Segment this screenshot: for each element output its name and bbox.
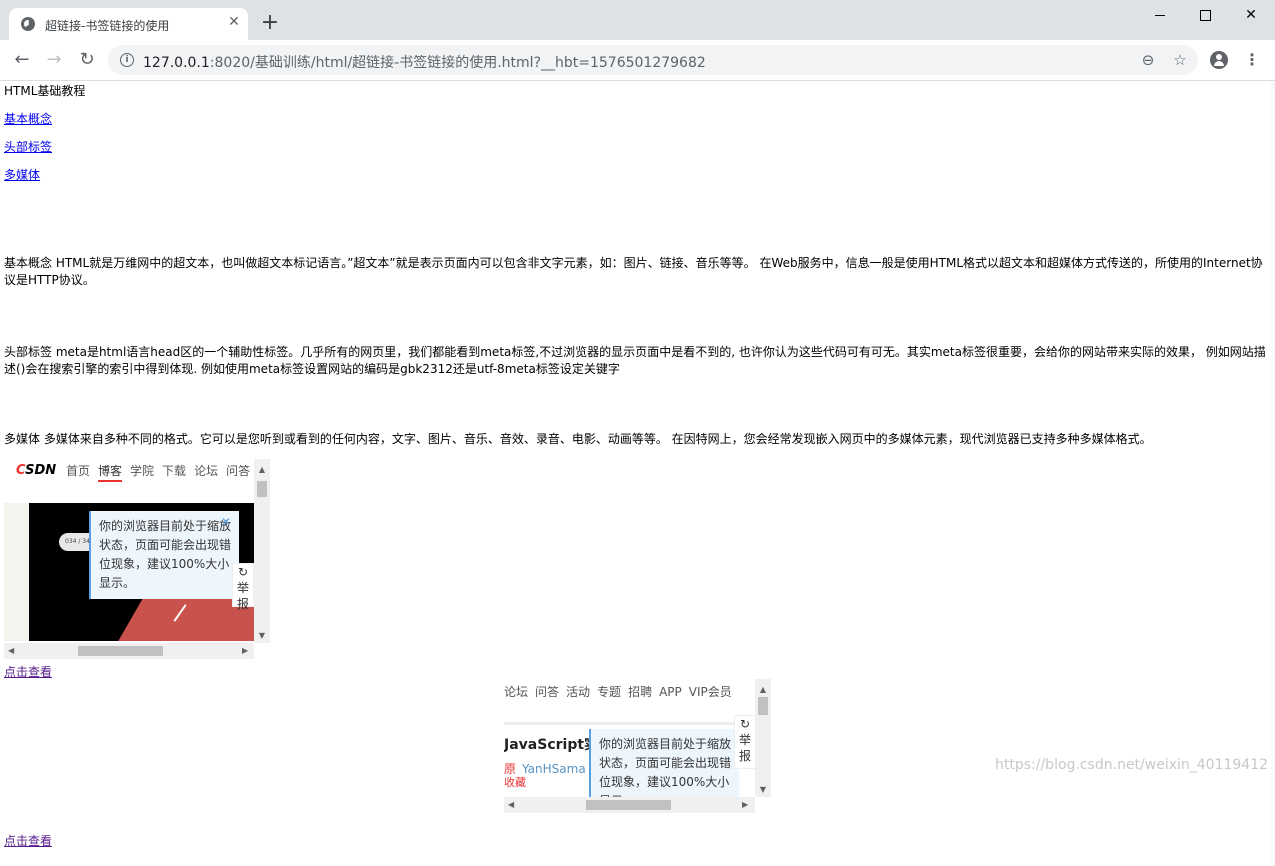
frame2-nav-item[interactable]: VIP会员 [689,684,732,701]
forward-button[interactable]: → [42,48,66,72]
maximize-button[interactable] [1182,0,1228,30]
embedded-frame-1[interactable]: CSDN 首页 博客 学院 下载 论坛 问答 034 / 340 你的浏览器目前处于缩放状… [4,459,272,659]
browser-titlebar: 超链接-书签链接的使用 ✕ + ✕ [0,0,1275,40]
scroll-up-icon[interactable]: ▲ [755,681,771,698]
scroll-right-icon[interactable]: ▶ [742,797,748,813]
profile-icon[interactable] [1210,51,1228,69]
reload-button[interactable]: ↻ [75,48,99,72]
section-basics: 基本概念 HTML就是万维网中的超文本，也叫做超文本标记语言。”超文本”就是表示… [4,256,1263,287]
globe-icon [21,17,35,31]
frame2-nav-item[interactable]: 招聘 [628,684,652,701]
report-label-2: 举报 [738,733,751,763]
minimize-icon [1155,14,1165,16]
scroll-left-icon[interactable]: ◀ [8,643,14,659]
view-link-1[interactable]: 点击查看 [4,664,52,681]
frame1-nav-item[interactable]: 学院 [130,463,154,480]
report-button-2[interactable]: ↻ 举报 [734,715,756,769]
frame1-nav-item[interactable]: 问答 [226,463,250,480]
scroll-thumb[interactable] [758,697,768,715]
frame1-nav-item-active[interactable]: 博客 [98,463,123,482]
frame1-horizontal-scrollbar[interactable]: ◀ ▶ [4,643,254,659]
frame2-nav-item[interactable]: 论坛 [504,684,528,701]
frame1-nav-item[interactable]: 论坛 [194,463,218,480]
close-tab-icon[interactable]: ✕ [226,14,242,30]
frame2-nav-item[interactable]: APP [659,684,682,701]
watermark: https://blog.csdn.net/weixin_40119412 [995,757,1269,773]
frame2-vertical-scrollbar[interactable]: ▲ ▼ [755,679,771,797]
csdn-logo: CSDN [16,463,57,478]
scroll-down-icon[interactable]: ▼ [755,781,771,798]
browser-tab[interactable]: 超链接-书签链接的使用 ✕ [9,8,248,40]
menu-icon[interactable]: ⋮ [1244,50,1260,70]
report-button[interactable]: ↻ 举报 [232,563,254,611]
report-label: 举报 [236,581,249,611]
frame2-nav-item[interactable]: 专题 [597,684,621,701]
scroll-thumb[interactable] [586,800,671,810]
page-content: HTML基础教程 基本概念 头部标签 多媒体 基本概念 HTML就是万维网中的超… [0,81,1270,866]
frame1-nav-item[interactable]: 下载 [162,463,186,480]
zoom-warning-text-2: 你的浏览器目前处于缩放状态，页面可能会出现错位现象，建议100%大小显示。 [599,737,732,797]
scroll-right-icon[interactable]: ▶ [242,643,248,659]
page-heading: HTML基础教程 [4,84,86,98]
section-multimedia: 多媒体 多媒体来自多种不同的格式。它可以是您听到或看到的任何内容，文字、图片、音… [4,432,1152,446]
report-icon-2: ↻ [739,717,751,731]
tip-close-icon[interactable]: ✕ [221,513,231,532]
scroll-thumb[interactable] [78,646,163,656]
frame1-vertical-scrollbar[interactable]: ▲ ▼ [254,459,270,643]
frame2-nav: 论坛 问答 活动 专题 招聘 APP VIP会员 [504,684,739,701]
zoom-warning-tip: 你的浏览器目前处于缩放状态，页面可能会出现错位现象，建议100%大小显示。 ✕ [89,511,239,599]
frame1-nav-item[interactable]: 首页 [66,463,90,480]
zoom-icon[interactable]: ⊖ [1138,50,1158,70]
frame2-horizontal-scrollbar[interactable]: ◀ ▶ [504,797,755,813]
scroll-thumb[interactable] [257,481,267,497]
zoom-warning-text: 你的浏览器目前处于缩放状态，页面可能会出现错位现象，建议100%大小显示。 [99,519,232,590]
frame2-nav-item[interactable]: 活动 [566,684,590,701]
toc-link-multimedia[interactable]: 多媒体 [4,167,40,184]
url-text[interactable]: 127.0.0.1:8020/基础训练/html/超链接-书签链接的使用.htm… [143,52,706,72]
frame2-nav-item[interactable]: 问答 [535,684,559,701]
close-window-button[interactable]: ✕ [1228,0,1274,30]
url-path: :8020/基础训练/html/超链接-书签链接的使用.html?__hbt=1… [209,55,706,71]
minimize-button[interactable] [1137,0,1183,30]
view-link-2[interactable]: 点击查看 [4,833,52,850]
bookmark-star-icon[interactable]: ☆ [1170,50,1190,70]
back-button[interactable]: ← [10,48,34,72]
browser-toolbar: ← → ↻ i 127.0.0.1:8020/基础训练/html/超链接-书签链… [0,40,1275,81]
toc-link-head-tags[interactable]: 头部标签 [4,139,52,156]
frame2-divider [504,722,734,725]
article-author[interactable]: YanHSama [522,761,586,778]
scroll-down-icon[interactable]: ▼ [254,627,270,644]
embedded-frame-2[interactable]: 论坛 问答 活动 专题 招聘 APP VIP会员 JavaScript实 原 YanHSam… [504,679,771,814]
favorite-label[interactable]: 收藏 [504,774,526,791]
page-scrollbar[interactable] [1271,81,1275,866]
maximize-icon [1199,9,1211,21]
scroll-left-icon[interactable]: ◀ [508,797,514,813]
url-host: 127.0.0.1 [143,55,210,71]
article-title[interactable]: JavaScript实 [504,737,598,754]
scroll-up-icon[interactable]: ▲ [254,461,270,478]
zoom-warning-tip-2: 你的浏览器目前处于缩放状态，页面可能会出现错位现象，建议100%大小显示。 [589,729,739,797]
info-icon[interactable]: i [120,53,134,67]
report-icon: ↻ [237,565,249,579]
section-head-tags: 头部标签 meta是html语言head区的一个辅助性标签。几乎所有的网页里，我… [4,345,1266,376]
tab-title: 超链接-书签链接的使用 [45,19,170,33]
toc-link-basics[interactable]: 基本概念 [4,111,52,128]
address-bar[interactable]: i 127.0.0.1:8020/基础训练/html/超链接-书签链接的使用.h… [108,45,1198,75]
frame1-nav: 首页 博客 学院 下载 论坛 问答 [66,463,258,482]
new-tab-button[interactable]: + [258,12,282,36]
